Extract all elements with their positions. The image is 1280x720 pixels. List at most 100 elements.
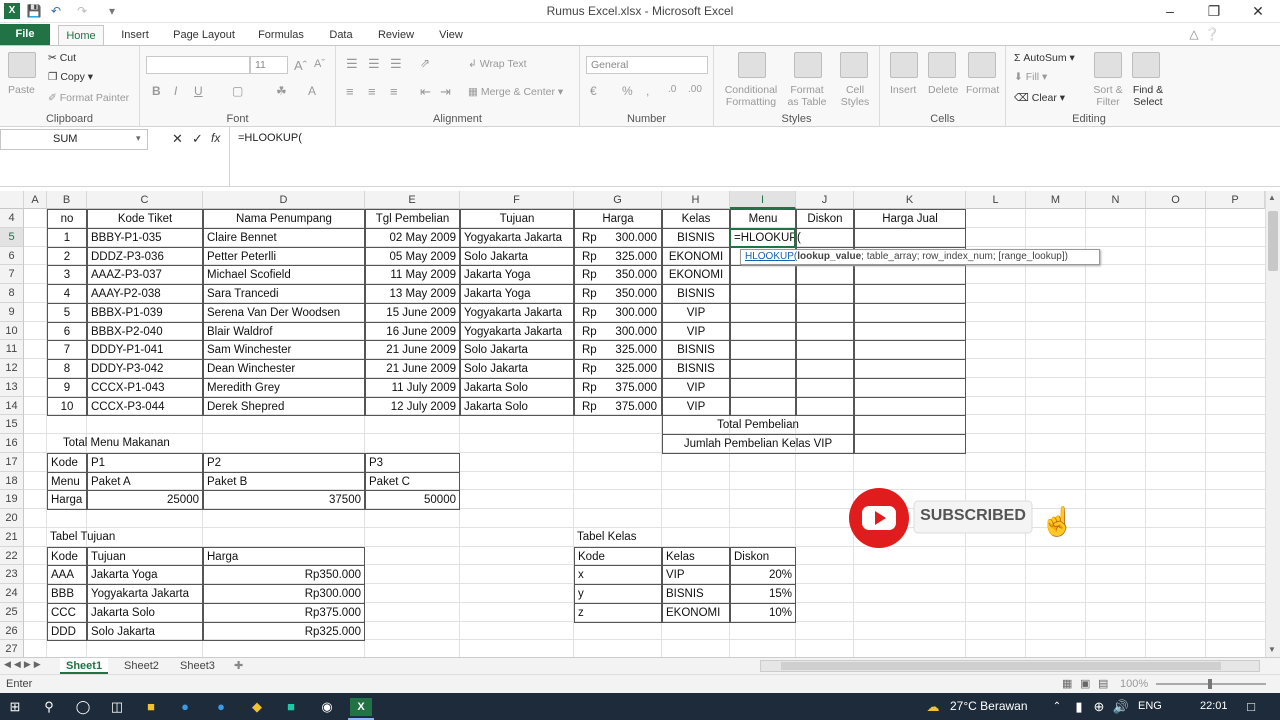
table-cell[interactable]: VIP (662, 377, 730, 398)
table-cell[interactable]: Paket B (203, 471, 365, 492)
total-pembelian-value[interactable] (854, 415, 966, 435)
table-cell[interactable]: P1 (87, 452, 203, 473)
header-cell[interactable]: Tgl Pembelian (365, 209, 460, 229)
font-size-select[interactable]: 11 (250, 56, 288, 74)
table-cell[interactable]: 16 June 2009 (365, 321, 460, 342)
harga-jual-cell[interactable] (854, 377, 966, 398)
weather-icon[interactable]: ☁ (924, 698, 942, 716)
number-format-select[interactable]: General (586, 56, 708, 74)
find-select-button[interactable]: Find & Select (1128, 84, 1168, 108)
autosum-button[interactable]: Σ AutoSum ▾ (1014, 52, 1075, 64)
zoom-level[interactable]: 100% (1120, 675, 1148, 693)
table-cell[interactable]: Jakarta Yoga (460, 284, 574, 304)
percent-icon[interactable]: % (622, 84, 633, 98)
table-cell[interactable]: 21 June 2009 (365, 359, 460, 379)
row-header[interactable]: 25 (0, 602, 24, 622)
row-header[interactable]: 16 (0, 434, 24, 453)
table-cell[interactable]: VIP (662, 396, 730, 417)
table-cell[interactable]: EKONOMI (662, 602, 730, 623)
tab-data[interactable]: Data (320, 25, 362, 45)
orientation-icon[interactable]: ⇗ (420, 56, 430, 70)
table-cell[interactable]: y (574, 584, 662, 604)
table-cell[interactable]: Jakarta Solo (87, 602, 203, 623)
delete-cells-icon[interactable] (928, 52, 956, 78)
cortana-icon[interactable]: ◯ (74, 698, 92, 716)
column-header[interactable]: B (47, 191, 87, 209)
table-cell[interactable]: Solo Jakarta (460, 359, 574, 379)
format-cells-icon[interactable] (968, 52, 996, 78)
column-header[interactable]: I (730, 191, 796, 209)
decrease-indent-icon[interactable]: ⇤ (420, 84, 431, 100)
table-cell[interactable]: x (574, 565, 662, 585)
windows-start-icon[interactable]: ⊞ (6, 698, 24, 716)
table-cell[interactable]: Solo Jakarta (460, 340, 574, 360)
table-cell[interactable]: Rp350.000 (203, 565, 365, 585)
cell-styles-icon[interactable] (840, 52, 868, 78)
row-header[interactable]: 18 (0, 471, 24, 491)
table-cell[interactable]: Dean Winchester (203, 359, 365, 379)
table-cell[interactable]: 6 (47, 321, 87, 342)
table-cell[interactable]: AAAZ-P3-037 (87, 265, 203, 285)
row-header[interactable]: 23 (0, 565, 24, 584)
cancel-formula-icon[interactable]: ✕ (172, 131, 183, 147)
table-cell[interactable]: Kode (47, 452, 87, 473)
table-cell[interactable]: DDD (47, 621, 87, 642)
table-cell[interactable]: 10% (730, 602, 796, 623)
sort-filter-icon[interactable] (1094, 52, 1122, 78)
table-cell[interactable]: VIP (662, 302, 730, 323)
diskon-cell[interactable] (796, 302, 854, 323)
price-cell[interactable]: Rp 375.000 (574, 377, 662, 398)
table-cell[interactable]: 1 (47, 227, 87, 248)
chevron-up-icon[interactable]: ⌃ (1048, 698, 1066, 716)
table-cell[interactable]: Rp300.000 (203, 584, 365, 604)
format-as-table-button[interactable]: Format as Table (784, 84, 830, 108)
wrap-text-button[interactable]: ↲ Wrap Text (468, 58, 527, 70)
header-cell[interactable]: Tujuan (87, 546, 203, 567)
row-header[interactable]: 21 (0, 527, 24, 547)
table-cell[interactable]: BISNIS (662, 584, 730, 604)
table-cell[interactable]: VIP (662, 321, 730, 342)
header-cell[interactable]: Harga Jual (854, 209, 966, 229)
scroll-down-icon[interactable]: ▼ (1268, 645, 1276, 654)
kelas-table-title[interactable]: Tabel Kelas (574, 528, 730, 548)
tab-view[interactable]: View (430, 25, 472, 45)
price-cell[interactable]: Rp 375.000 (574, 396, 662, 417)
page-break-view-icon[interactable]: ▤ (1098, 675, 1108, 693)
column-header[interactable]: F (460, 191, 574, 209)
table-cell[interactable]: VIP (662, 565, 730, 585)
table-cell[interactable]: Jakarta Yoga (460, 265, 574, 285)
weather-text[interactable]: 27°C Berawan (950, 699, 1028, 713)
menu-cell[interactable] (730, 302, 796, 323)
header-cell[interactable]: Kelas (662, 209, 730, 229)
conditional-formatting-icon[interactable] (738, 52, 766, 78)
select-all-corner[interactable] (0, 191, 24, 209)
grow-font-icon[interactable]: Aˆ (294, 58, 307, 73)
task-view-icon[interactable]: ◫ (108, 698, 126, 716)
diskon-cell[interactable] (796, 265, 854, 285)
header-cell[interactable]: Menu (730, 209, 796, 229)
harga-jual-cell[interactable] (854, 284, 966, 304)
diskon-cell[interactable] (796, 340, 854, 360)
row-header[interactable]: 12 (0, 359, 24, 378)
menu-table-title[interactable]: Total Menu Makanan (47, 434, 365, 454)
align-bottom-icon[interactable]: ☰ (390, 56, 402, 72)
row-header[interactable]: 6 (0, 246, 24, 266)
battery-icon[interactable]: ▮ (1070, 698, 1088, 716)
header-cell[interactable]: Kode Tiket (87, 209, 203, 229)
tab-sheet3[interactable]: Sheet3 (174, 658, 221, 674)
column-header[interactable]: H (662, 191, 730, 209)
sheet-nav-icon[interactable]: ◀◀▶▶ (4, 659, 44, 670)
row-header[interactable]: 8 (0, 284, 24, 303)
column-header[interactable]: K (854, 191, 966, 209)
normal-view-icon[interactable]: ▦ (1062, 675, 1072, 693)
enter-formula-icon[interactable]: ✓ (192, 131, 203, 147)
header-cell[interactable]: Diskon (796, 209, 854, 229)
font-name-select[interactable] (146, 56, 250, 74)
row-header[interactable]: 4 (0, 209, 24, 228)
table-cell[interactable]: AAA (47, 565, 87, 585)
clock[interactable]: 22:01 (1200, 700, 1228, 712)
table-cell[interactable]: Rp375.000 (203, 602, 365, 623)
format-cells-button[interactable]: Format (966, 84, 999, 96)
harga-jual-cell[interactable] (854, 359, 966, 379)
row-header[interactable]: 14 (0, 396, 24, 416)
